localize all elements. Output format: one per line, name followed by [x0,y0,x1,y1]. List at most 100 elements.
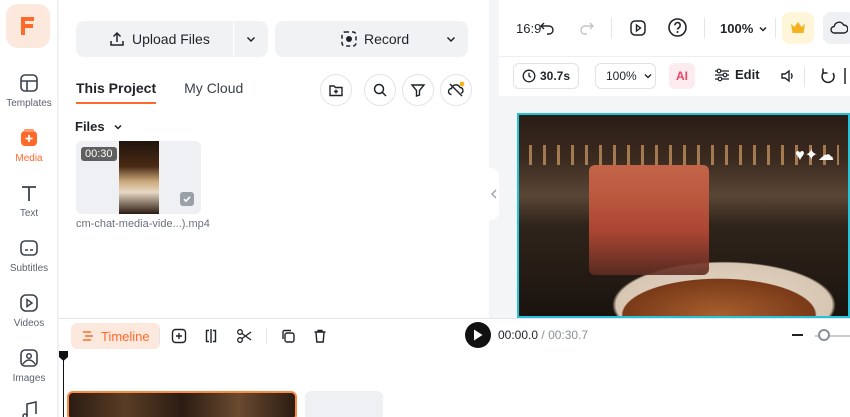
filter-button[interactable] [402,74,434,106]
sidebar-item-label: Videos [13,318,45,329]
split-icon [205,329,217,343]
chevron-down-icon [644,74,652,79]
aspect-ratio-button[interactable]: 16:9 [516,21,541,36]
toolbar-separator [266,328,267,344]
sidebar-item-audio[interactable] [0,398,58,417]
ai-tools-button[interactable]: AI [669,63,695,89]
video-preview-canvas[interactable]: ♥✦☁ [517,113,850,318]
scissors-icon [237,329,252,343]
duration-button[interactable]: 30.7s [513,63,579,89]
media-tabs: This Project My Cloud [76,80,243,104]
rotate-icon[interactable] [820,67,836,84]
zoom-out-button[interactable] [792,334,803,336]
timeline-zoom-knob[interactable] [818,329,830,341]
images-icon [18,347,40,369]
canvas-zoom-dropdown[interactable]: 100% [595,63,656,89]
media-file-thumbnail[interactable]: 00:30 [76,141,201,214]
upload-files-button[interactable]: Upload Files [76,21,268,57]
sidebar-item-templates[interactable]: Templates [0,70,58,120]
duplicate-button[interactable] [278,326,298,346]
upload-icon [110,31,124,46]
filter-icon [410,84,426,97]
split-button[interactable] [201,326,221,346]
total-time: 00:30.7 [548,328,589,342]
sliders-icon [715,68,729,81]
upload-divider [233,21,234,57]
media-panel: Upload Files Record This Project My Clou… [59,0,489,318]
undo-icon[interactable] [539,20,555,36]
chevron-down-icon[interactable] [245,33,257,45]
playback-time: 00:00.0 / 00:30.7 [498,328,588,342]
top-bar: 16:9 100% [499,0,850,56]
heart-sparkle-sticker: ♥✦☁ [795,147,834,164]
timeline-label: Timeline [101,328,150,344]
new-folder-button[interactable] [320,74,352,106]
flip-icon[interactable] [843,67,850,85]
templates-icon [18,72,40,94]
current-time: 00:00.0 [498,328,539,342]
media-file-name: cm-chat-media-vide...).mp4 [76,218,210,230]
app-root: Templates Media Text Subtitles Videos Im… [0,0,850,417]
collapse-panel-handle[interactable] [489,168,499,220]
check-icon [183,196,191,203]
edit-label: Edit [735,67,760,82]
sidebar-item-images[interactable]: Images [0,345,58,395]
chevron-left-icon [491,189,497,199]
cloud-icon [830,21,848,34]
bokeh-lights [529,145,839,165]
help-icon[interactable] [667,17,688,38]
volume-icon[interactable] [780,68,796,84]
search-button[interactable] [364,74,396,106]
zoom-dropdown[interactable]: 100% [720,21,768,36]
play-button[interactable] [465,322,491,348]
ai-label: AI [676,69,688,83]
music-icon [18,400,40,417]
empty-track-slot[interactable] [305,391,383,417]
sidebar-item-label: Images [12,373,46,384]
subtitles-icon [18,237,40,259]
time-separator: / [538,328,549,342]
sidebar-item-media[interactable]: Media [0,125,58,175]
selected-checkbox[interactable] [180,192,194,206]
cloud-sync-off-button[interactable] [440,74,472,106]
add-square-icon [171,328,187,344]
trash-icon [314,329,326,343]
cut-button[interactable] [234,326,254,346]
sidebar-item-label: Media [15,153,43,164]
redo-icon[interactable] [579,20,595,36]
tab-this-project[interactable]: This Project [76,80,157,104]
record-label: Record [364,31,410,47]
crown-icon [791,22,805,33]
sidebar-item-subtitles[interactable]: Subtitles [0,235,58,285]
toolbar-separator [159,328,160,344]
replace-video-icon[interactable] [628,18,648,38]
play-icon [474,329,483,341]
edit-button[interactable]: Edit [714,67,760,82]
record-button[interactable]: Record [275,21,468,57]
sidebar-item-videos[interactable]: Videos [0,290,58,340]
files-label: Files [75,119,105,134]
sidebar-item-text[interactable]: Text [0,180,58,230]
premium-button[interactable] [782,12,814,44]
timeline-icon [83,331,93,341]
add-track-button[interactable] [169,326,189,346]
files-dropdown[interactable]: Files [75,119,123,134]
cloud-button[interactable] [823,12,850,44]
sidebar-item-label: Templates [6,98,52,109]
chevron-down-icon [114,124,122,130]
sidebar-item-label: Subtitles [9,263,49,274]
timeline-toggle-button[interactable]: Timeline [71,323,160,349]
toolbar-separator [804,67,805,87]
add-folder-icon [329,85,343,97]
app-logo[interactable] [6,4,50,48]
media-icon [18,127,40,149]
canvas-zoom-value: 100% [606,69,637,83]
delete-button[interactable] [310,326,330,346]
video-clip-track[interactable] [67,391,297,417]
tab-my-cloud[interactable]: My Cloud [184,80,243,104]
search-icon [373,83,387,97]
chevron-down-icon[interactable] [445,33,457,45]
playhead-line [63,351,64,417]
duration-value: 30.7s [540,69,571,83]
videos-icon [18,292,40,314]
